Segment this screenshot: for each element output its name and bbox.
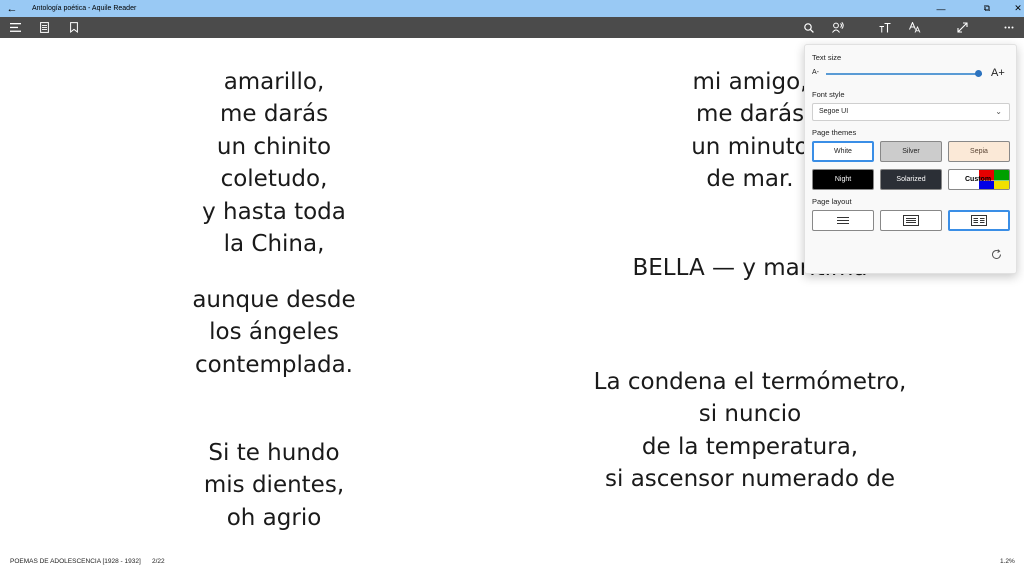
poem-line: mis dientes, — [203, 472, 345, 499]
stanza: amarillo, me darás un chinito coletudo, … — [18, 66, 530, 260]
window-title: Antología poética - Aquile Reader — [32, 5, 137, 12]
more-options-icon[interactable] — [996, 17, 1022, 38]
font-style-dropdown[interactable]: Segoe UI ⌄ — [812, 103, 1010, 121]
theme-night-button[interactable]: Night — [812, 169, 874, 190]
search-icon[interactable] — [796, 17, 822, 38]
table-of-contents-icon[interactable] — [31, 17, 57, 38]
text-size-label: Text size — [812, 53, 842, 62]
chevron-down-icon: ⌄ — [995, 107, 1002, 116]
minimize-icon[interactable]: — — [925, 0, 957, 17]
title-bar: ← Antología poética - Aquile Reader — [0, 0, 1024, 17]
layout-single-column-button[interactable] — [812, 210, 874, 231]
theme-silver-button[interactable]: Silver — [880, 141, 942, 162]
text-size-decrease[interactable]: A- — [812, 69, 819, 76]
poem-line: amarillo, — [223, 69, 325, 95]
poem-line: un chinito — [216, 133, 332, 160]
page-themes-label: Page themes — [812, 128, 857, 137]
status-footer: POEMAS DE ADOLESCENCIA [1928 - 1932] 2/2… — [0, 550, 1024, 576]
poem-line: Si te hundo — [208, 440, 340, 466]
text-size-slider-track[interactable] — [826, 73, 982, 75]
theme-label: Solarized — [896, 176, 926, 183]
text-size-slider-thumb[interactable] — [975, 70, 983, 77]
theme-label: Sepia — [970, 148, 988, 155]
close-icon[interactable]: ✕ — [1002, 0, 1024, 17]
poem-line: aunque desde — [192, 287, 356, 313]
theme-label: White — [834, 148, 852, 155]
fullscreen-icon[interactable] — [949, 17, 975, 38]
font-style-value: Segoe UI — [819, 108, 849, 115]
restore-icon[interactable]: ⧉ — [971, 0, 1003, 17]
reading-settings-panel: Text size A- A+ Font style Segoe UI ⌄ Pa… — [804, 44, 1017, 274]
back-arrow-icon[interactable]: ← — [0, 3, 24, 15]
reader-toolbar — [0, 17, 1024, 38]
poem-line: si ascensor numerado de — [605, 466, 895, 493]
text-size-increase[interactable]: A+ — [991, 67, 1005, 79]
stanza: Si te hundo mis dientes, oh agrio — [18, 437, 530, 534]
two-page-layout-icon — [971, 215, 987, 226]
theme-white-button[interactable]: White — [812, 141, 874, 162]
page-layout-label: Page layout — [812, 197, 852, 206]
poem-line: y hasta toda — [202, 198, 346, 225]
poem-line: la China, — [223, 231, 325, 258]
hamburger-menu-icon[interactable] — [2, 17, 28, 38]
bookmark-icon[interactable] — [61, 17, 87, 38]
font-style-icon[interactable] — [902, 17, 928, 38]
layout-margins-button[interactable] — [880, 210, 942, 231]
reading-progress: 1.2% — [1000, 558, 1015, 565]
reset-settings-icon[interactable] — [989, 247, 1003, 261]
theme-custom-button[interactable]: Custom — [948, 169, 1010, 190]
theme-label: Custom — [965, 176, 992, 183]
poem-line: los ángeles — [209, 319, 339, 346]
theme-label: Night — [834, 176, 852, 183]
theme-label: Silver — [902, 148, 920, 155]
poem-line: si nuncio — [698, 401, 802, 428]
page-indicator: 2/22 — [152, 558, 165, 565]
stanza: aunque desde los ángeles contemplada. — [18, 284, 530, 381]
font-style-label: Font style — [812, 90, 845, 99]
poem-line: La condena el termómetro, — [593, 369, 907, 395]
poem-line: contemplada. — [195, 351, 353, 378]
centered-column-layout-icon — [903, 215, 919, 226]
single-column-layout-icon — [837, 217, 849, 224]
poem-line: coletudo, — [220, 166, 328, 193]
poem-line: de la temperatura, — [641, 433, 859, 460]
poem-line: oh agrio — [226, 504, 322, 531]
layout-two-page-button[interactable] — [948, 210, 1010, 231]
theme-sepia-button[interactable]: Sepia — [948, 141, 1010, 162]
left-page: amarillo, me darás un chinito coletudo, … — [18, 38, 530, 550]
stanza: La condena el termómetro, si nuncio de l… — [494, 366, 1006, 496]
poem-line: me darás — [219, 101, 329, 128]
read-aloud-icon[interactable] — [825, 17, 851, 38]
chapter-title: POEMAS DE ADOLESCENCIA [1928 - 1932] — [10, 558, 141, 565]
theme-solarized-button[interactable]: Solarized — [880, 169, 942, 190]
text-size-icon[interactable] — [872, 17, 898, 38]
